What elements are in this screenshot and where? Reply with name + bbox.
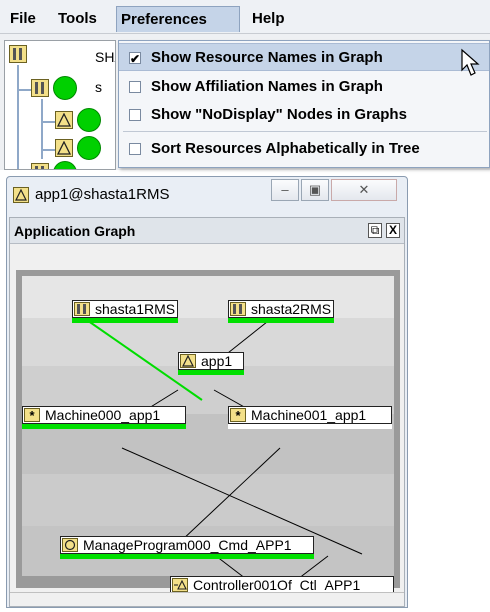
graph-node-machine001[interactable]: * Machine001_app1 [228,406,392,429]
window-titlebar[interactable]: app1@shasta1RMS – ▣ ✕ [7,177,407,211]
node-label: app1 [201,353,233,369]
online-status-icon [77,108,101,132]
rms-icon [230,302,246,316]
node-label: ManageProgram000_Cmd_APP1 [83,537,292,553]
mouse-pointer-icon [461,48,480,76]
status-bar [72,318,178,323]
status-bar [60,554,314,559]
menu-tools[interactable]: Tools [54,6,101,32]
node-label: shasta1RMS [95,301,176,317]
application-graph-window: app1@shasta1RMS – ▣ ✕ Application Graph … [6,176,408,608]
node-label: Controller001Of_Ctl_APP1 [193,577,361,593]
graph-node-manageprogram000[interactable]: ManageProgram000_Cmd_APP1 [60,536,314,559]
menu-item-label: Show Resource Names in Graph [151,49,383,66]
graph-node-shasta2RMS[interactable]: shasta2RMS [228,300,334,323]
checkbox-icon[interactable] [129,81,141,93]
checkbox-checked-icon[interactable] [129,45,141,73]
asterisk-icon: * [24,408,40,422]
app-triangle-icon [55,139,73,157]
status-bar [228,424,392,429]
tree-connector [41,121,55,123]
menu-item-label: Sort Resources Alphabetically in Tree [151,140,420,157]
status-bar [228,318,334,323]
node-label: shasta2RMS [251,301,332,317]
graph-panel: Application Graph ⧉ X shasta1RMS shasta2… [9,217,405,607]
panel-footer [10,592,404,606]
controller-icon [172,578,188,592]
menu-item-show-resource-names[interactable]: Show Resource Names in Graph [119,43,489,73]
online-status-icon [53,76,77,100]
menu-item-show-nodisplay-nodes[interactable]: Show "NoDisplay" Nodes in Graphs [119,101,489,129]
app-triangle-icon [55,111,73,129]
menu-help[interactable]: Help [248,6,289,32]
menu-item-label: Show "NoDisplay" Nodes in Graphs [151,106,407,123]
triangle-icon [180,354,196,368]
node-label: Machine000_app1 [45,407,161,423]
graph-node-machine000[interactable]: * Machine000_app1 [22,406,186,429]
minimize-button[interactable]: – [271,179,299,201]
status-bar [22,424,186,429]
online-status-icon [77,136,101,160]
close-button[interactable]: ✕ [331,179,397,201]
online-status-icon [53,161,77,169]
cluster-icon [9,45,27,63]
asterisk-icon: * [230,408,246,422]
graph-canvas[interactable]: shasta1RMS shasta2RMS app1 * Machine000_… [16,270,400,599]
window-title: app1@shasta1RMS [35,186,170,203]
status-bar [178,370,244,375]
graph-node-shasta1RMS[interactable]: shasta1RMS [72,300,178,323]
menu-item-sort-alphabetically[interactable]: Sort Resources Alphabetically in Tree [119,135,489,163]
graph-node-app1[interactable]: app1 [178,352,244,375]
menu-bar: File Tools Preferences Help [0,0,490,34]
menu-file[interactable]: File [6,6,40,32]
rms-node-icon [31,79,49,97]
app-triangle-icon [13,187,29,203]
checkbox-icon[interactable] [129,109,141,121]
restore-panel-icon[interactable]: ⧉ [368,223,382,238]
tree-connector [17,65,19,169]
close-panel-icon[interactable]: X [386,223,400,238]
menu-item-label: Show Affiliation Names in Graph [151,78,383,95]
node-label: Machine001_app1 [251,407,367,423]
maximize-button[interactable]: ▣ [301,179,329,201]
resource-tree[interactable]: SHA s [4,40,116,170]
tree-connector [41,149,55,151]
menu-separator [123,131,487,132]
graph-band [22,474,394,526]
rms-node-icon [31,163,49,169]
panel-title: Application Graph [14,223,136,239]
circle-icon [62,538,78,552]
menu-preferences[interactable]: Preferences [116,6,240,32]
preferences-dropdown: Show Resource Names in Graph Show Affili… [118,40,490,168]
main-window: File Tools Preferences Help SHA s Show R… [0,0,490,170]
checkbox-icon[interactable] [129,143,141,155]
tree-root-label[interactable]: SHA [95,49,115,65]
rms-icon [74,302,90,316]
tree-child-label[interactable]: s [95,79,102,95]
tree-connector [17,89,31,91]
menu-item-show-affiliation-names[interactable]: Show Affiliation Names in Graph [119,73,489,101]
panel-header: Application Graph ⧉ X [10,218,404,244]
